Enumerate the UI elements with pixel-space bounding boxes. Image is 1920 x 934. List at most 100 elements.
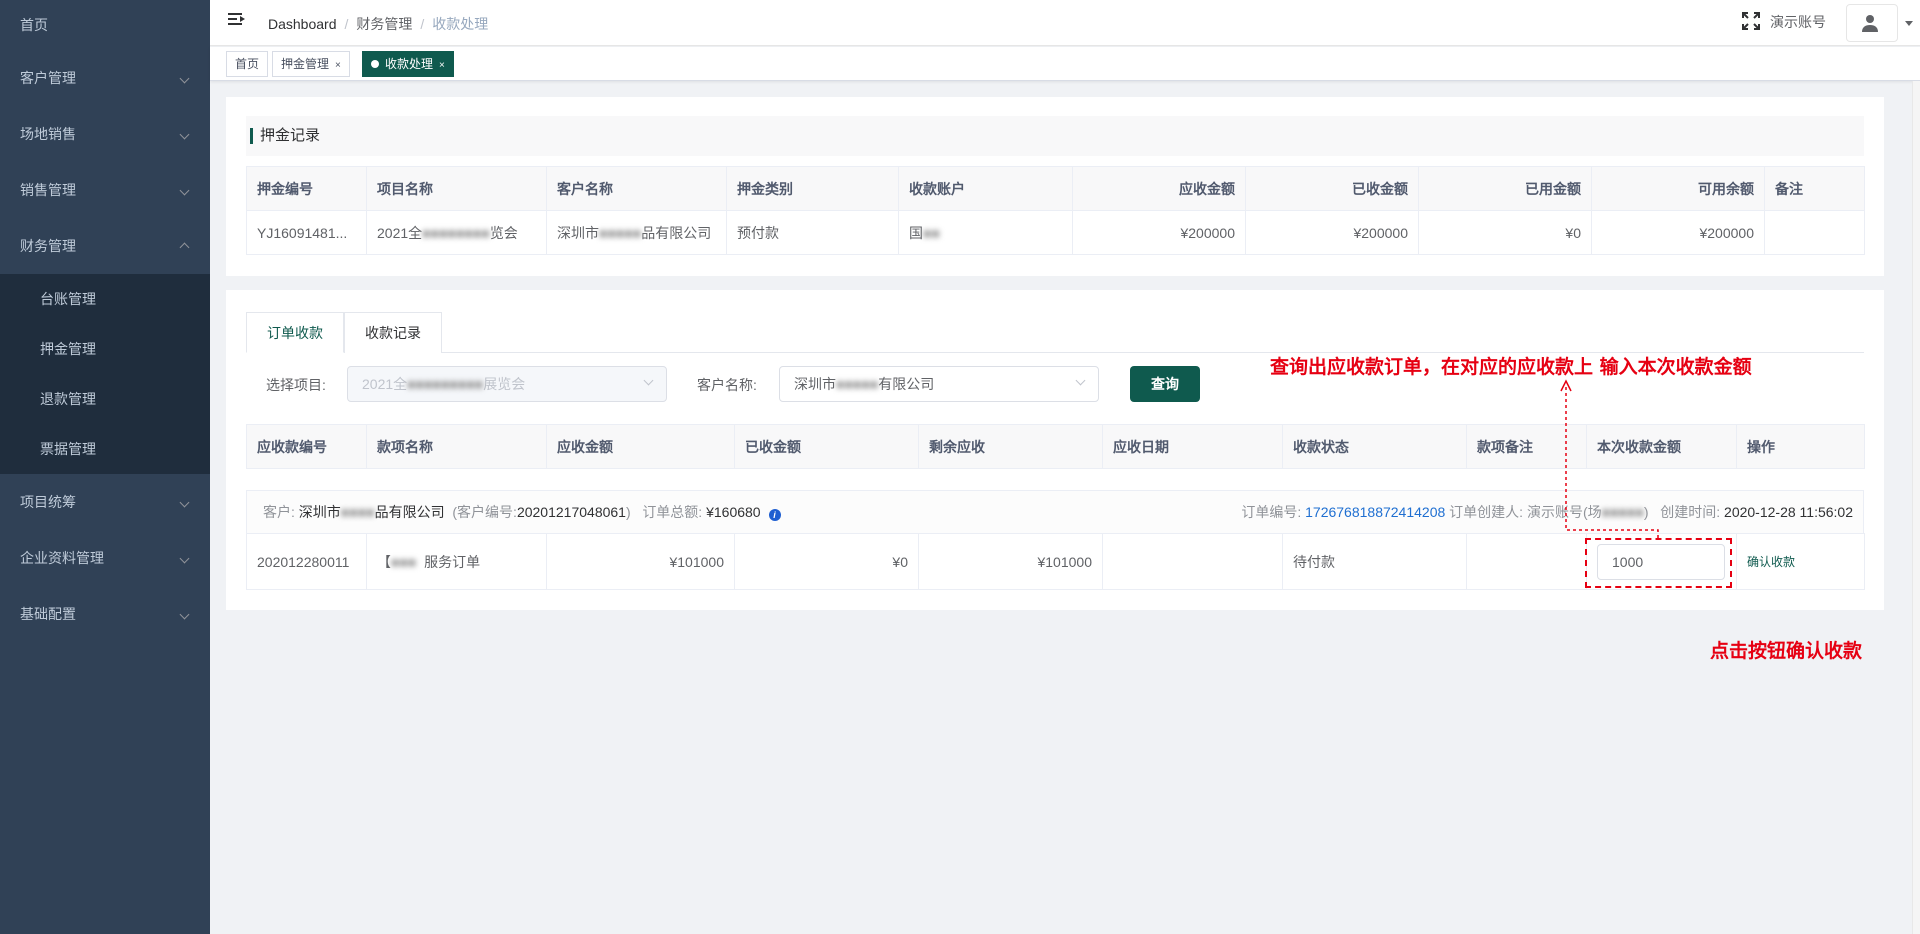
column-header: 收款账户 (898, 166, 1073, 211)
info-icon[interactable]: i (768, 509, 781, 521)
chevron-down-icon (179, 530, 190, 586)
sidebar-item-company[interactable]: 企业资料管理 (0, 530, 210, 586)
column-header: 已收金额 (1245, 166, 1419, 211)
deposit-id: YJ16091481... (246, 210, 367, 255)
user-icon (1862, 15, 1878, 32)
column-header: 本次收款金额 (1586, 424, 1737, 469)
customer-select[interactable]: 深圳市■■■■■有限公司 (779, 366, 1099, 402)
sidebar-item-finance[interactable]: 财务管理 (0, 218, 210, 274)
receivable-id: 202012280011 (246, 533, 367, 590)
close-icon[interactable]: × (335, 60, 341, 71)
column-header: 应收金额 (1072, 166, 1246, 211)
active-dot-icon (371, 60, 379, 68)
column-header: 款项备注 (1466, 424, 1587, 469)
tab-payment-records[interactable]: 收款记录 (344, 312, 442, 353)
tag-payment[interactable]: 收款处理 × (362, 51, 454, 77)
table-row: YJ16091481... 2021全■■■■■■■■览会 深圳市■■■■■品有… (246, 210, 1865, 255)
payment-status: 待付款 (1282, 533, 1467, 590)
created-time: 2020-12-28 11:56:02 (1724, 504, 1853, 520)
tab-order-payment[interactable]: 订单收款 (246, 312, 344, 353)
top-navbar: Dashboard / 财务管理 / 收款处理 演示账号 (210, 0, 1920, 46)
column-header: 应收金额 (546, 424, 735, 469)
annotation-text-top: 查询出应收款订单，在对应的应收款上 输入本次收款金额 (1270, 356, 1752, 378)
column-header: 项目名称 (366, 166, 547, 211)
sidebar-item-deposit[interactable]: 押金管理 (0, 324, 210, 374)
used-amount: ¥0 (1418, 210, 1592, 255)
receivable-amount: ¥101000 (546, 533, 735, 590)
item-remark (1466, 533, 1587, 590)
column-header: 备注 (1764, 166, 1865, 211)
available-balance: ¥200000 (1591, 210, 1765, 255)
received-amount: ¥0 (734, 533, 919, 590)
annotation-text-bottom: 点击按钮确认收款 (1710, 640, 1863, 662)
sidebar-item-invoice[interactable]: 票据管理 (0, 424, 210, 474)
tag-deposit[interactable]: 押金管理 × (272, 51, 350, 77)
sidebar-item-ledger[interactable]: 台账管理 (0, 274, 210, 324)
caret-down-icon (1905, 21, 1913, 26)
project-select[interactable]: 2021全■■■■■■■■■展览会 (347, 366, 667, 402)
finance-submenu: 台账管理 押金管理 退款管理 票据管理 (0, 274, 210, 474)
breadcrumb: Dashboard / 财务管理 / 收款处理 (268, 16, 489, 32)
order-info-row: 客户: 深圳市■■■■品有限公司 (客户编号:20201217048061) 订… (246, 490, 1864, 534)
section-title: 押金记录 (246, 116, 1864, 156)
column-header: 应收款编号 (246, 424, 367, 469)
column-header: 可用余额 (1591, 166, 1765, 211)
tabs: 订单收款 收款记录 (246, 312, 1864, 353)
chevron-down-icon (179, 106, 190, 162)
chevron-down-icon (179, 162, 190, 218)
column-header: 客户名称 (546, 166, 727, 211)
annotation-highlight-box (1585, 538, 1732, 588)
chevron-down-icon (643, 375, 654, 386)
column-header: 已用金额 (1418, 166, 1592, 211)
column-header: 操作 (1736, 424, 1865, 469)
column-header: 剩余应收 (918, 424, 1103, 469)
sidebar-item-sales[interactable]: 销售管理 (0, 162, 210, 218)
remark (1764, 210, 1865, 255)
scrollbar[interactable] (1912, 81, 1920, 934)
column-header: 押金编号 (246, 166, 367, 211)
close-icon[interactable]: × (439, 60, 445, 71)
table-header-row: 押金编号 项目名称 客户名称 押金类别 收款账户 应收金额 已收金额 已用金额 … (246, 166, 1865, 211)
order-customer: 深圳市■■■■品有限公司 (298, 504, 445, 520)
breadcrumb-dashboard[interactable]: Dashboard (268, 16, 337, 32)
project-name: 2021全■■■■■■■■览会 (366, 210, 547, 255)
sidebar-item-config[interactable]: 基础配置 (0, 586, 210, 642)
order-creator: 演示账号(场■■■■■) (1526, 504, 1649, 520)
fullscreen-icon[interactable] (1742, 12, 1760, 30)
project-label: 选择项目: (266, 377, 326, 393)
chevron-down-icon (1075, 375, 1086, 386)
receivable-table-header: 应收款编号 款项名称 应收金额 已收金额 剩余应收 应收日期 收款状态 款项备注… (246, 424, 1865, 469)
payment-account: 国■■ (898, 210, 1073, 255)
hamburger-icon[interactable] (228, 13, 246, 29)
tag-home[interactable]: 首页 (226, 51, 269, 77)
chevron-down-icon (179, 50, 190, 106)
remaining-amount: ¥101000 (918, 533, 1103, 590)
breadcrumb-current: 收款处理 (432, 16, 489, 32)
order-number-link[interactable]: 172676818872414208 (1305, 504, 1445, 520)
item-name: 【■■■ 服务订单 (366, 533, 547, 590)
chevron-down-icon (179, 474, 190, 530)
column-header: 押金类别 (726, 166, 899, 211)
sidebar-item-home[interactable]: 首页 (0, 0, 210, 50)
column-header: 已收金额 (734, 424, 919, 469)
customer-number: 20201217048061 (516, 504, 626, 520)
column-header: 应收日期 (1102, 424, 1283, 469)
query-button[interactable]: 查询 (1130, 366, 1200, 402)
sidebar-item-customer[interactable]: 客户管理 (0, 50, 210, 106)
due-date (1102, 533, 1283, 590)
chevron-down-icon (179, 586, 190, 642)
column-header: 款项名称 (366, 424, 547, 469)
customer-label: 客户名称: (697, 377, 757, 393)
sidebar: 首页 客户管理 场地销售 销售管理 财务管理 台账管理 押金管理 退款管理 票据… (0, 0, 210, 934)
avatar[interactable] (1846, 4, 1913, 42)
deposit-category: 预付款 (726, 210, 899, 255)
table-header-row: 应收款编号 款项名称 应收金额 已收金额 剩余应收 应收日期 收款状态 款项备注… (246, 424, 1865, 469)
customer-name: 深圳市■■■■■品有限公司 (546, 210, 727, 255)
sidebar-item-venue-sales[interactable]: 场地销售 (0, 106, 210, 162)
sidebar-item-refund[interactable]: 退款管理 (0, 374, 210, 424)
confirm-payment-link[interactable]: 确认收款 (1747, 555, 1795, 569)
breadcrumb-finance[interactable]: 财务管理 (356, 16, 412, 32)
chevron-up-icon (179, 218, 190, 275)
sidebar-item-project[interactable]: 项目统筹 (0, 474, 210, 530)
account-name[interactable]: 演示账号 (1770, 12, 1826, 32)
